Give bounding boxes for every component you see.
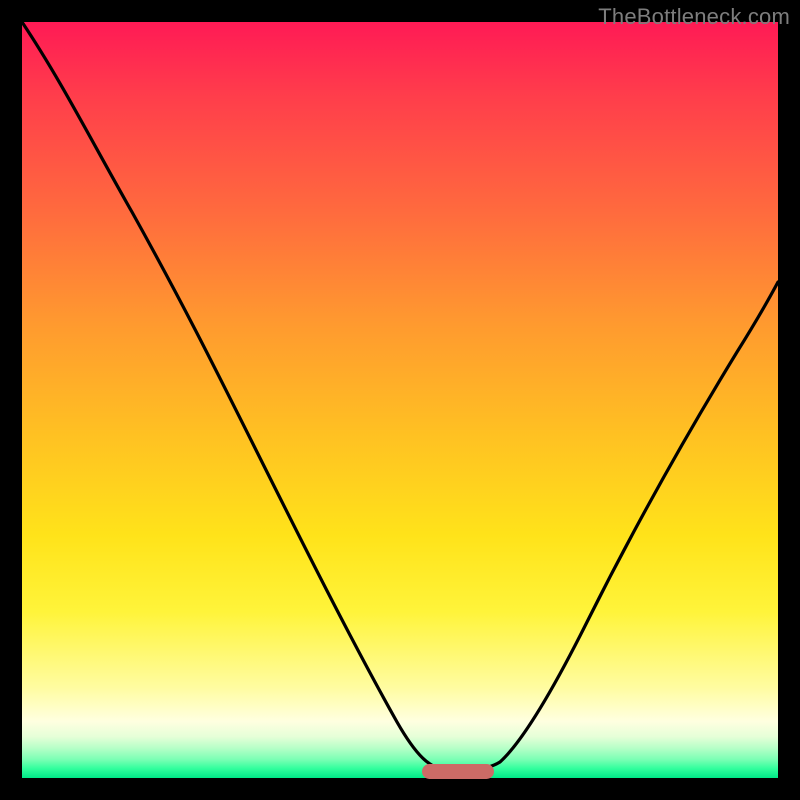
bottleneck-curve — [22, 22, 778, 778]
valley-marker — [422, 764, 494, 779]
plot-area — [22, 22, 778, 778]
outer-frame: TheBottleneck.com — [0, 0, 800, 800]
curve-path — [22, 22, 778, 770]
watermark-text: TheBottleneck.com — [598, 4, 790, 30]
